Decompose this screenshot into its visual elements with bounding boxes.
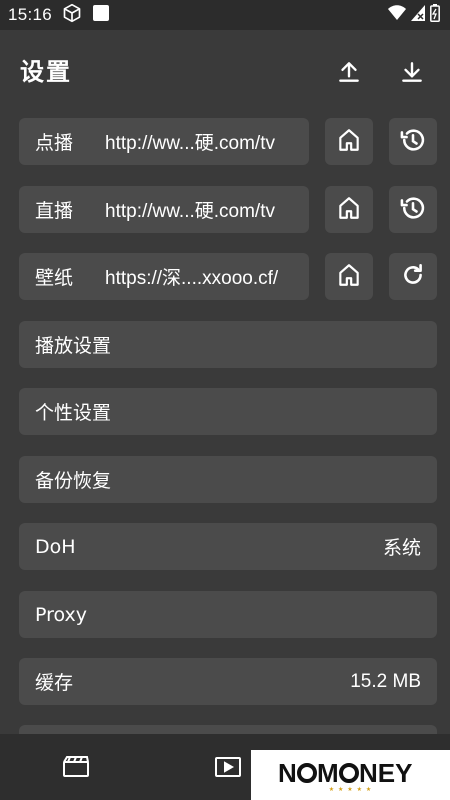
home-icon [336, 127, 362, 157]
cube-icon [62, 3, 82, 27]
backup-restore-item[interactable]: 备份恢复 [19, 456, 437, 503]
vod-history-button[interactable] [389, 118, 437, 165]
upload-button[interactable] [335, 60, 363, 88]
wifi-icon [388, 5, 406, 25]
vod-url-value: http://ww...硬.com/tv [105, 133, 275, 154]
watermark-logo: N M NEY ★ ★ ★ ★ ★ [251, 750, 450, 800]
upload-icon [336, 59, 362, 89]
wallpaper-label: 壁纸 [35, 267, 74, 289]
cache-value: 15.2 MB [350, 670, 421, 692]
vod-label: 点播 [35, 132, 74, 154]
page-title: 设置 [20, 58, 72, 86]
vod-url-field[interactable]: 点播 http://ww...硬.com/tv [19, 118, 309, 165]
live-url-field[interactable]: 直播 http://ww...硬.com/tv [19, 186, 309, 233]
signal-icon [411, 5, 425, 25]
wallpaper-url-value: https://深....xxooo.cf/ [105, 268, 279, 289]
download-icon [399, 59, 425, 89]
doh-value: 系统 [382, 538, 421, 559]
header: 设置 [0, 30, 450, 116]
backup-restore-label: 备份恢复 [35, 470, 112, 492]
nav-vod-tab[interactable] [61, 754, 91, 784]
home-icon [336, 195, 362, 225]
proxy-label: Proxy [35, 603, 88, 626]
status-time: 15:16 [8, 5, 53, 24]
personal-settings-label: 个性设置 [35, 402, 112, 424]
download-button[interactable] [398, 60, 426, 88]
home-icon [336, 262, 362, 292]
nav-live-tab[interactable] [213, 754, 243, 784]
play-icon [214, 755, 242, 783]
doh-label: DoH [35, 535, 76, 558]
status-bar: 15:16 [0, 0, 450, 30]
personal-settings-item[interactable]: 个性设置 [19, 388, 437, 435]
live-home-button[interactable] [325, 186, 373, 233]
vod-home-button[interactable] [325, 118, 373, 165]
wallpaper-home-button[interactable] [325, 253, 373, 300]
film-icon [62, 755, 90, 783]
svg-text:N: N [278, 758, 297, 788]
cache-label: 缓存 [35, 672, 74, 694]
battery-icon [430, 4, 440, 26]
wallpaper-refresh-button[interactable] [389, 253, 437, 300]
live-history-button[interactable] [389, 186, 437, 233]
svg-text:M: M [317, 758, 339, 788]
square-icon [92, 4, 110, 26]
proxy-item[interactable]: Proxy [19, 591, 437, 638]
live-url-value: http://ww...硬.com/tv [105, 201, 275, 222]
stars-icon: ★ ★ ★ ★ ★ [328, 785, 373, 793]
playback-settings-item[interactable]: 播放设置 [19, 321, 437, 368]
nomoney-logo-icon: N M NEY [278, 758, 412, 788]
cache-item[interactable]: 缓存 15.2 MB [19, 658, 437, 705]
refresh-icon [400, 262, 426, 292]
history-icon [399, 126, 427, 158]
svg-text:NEY: NEY [359, 758, 412, 788]
live-label: 直播 [35, 200, 74, 222]
playback-settings-label: 播放设置 [35, 335, 112, 357]
history-icon [399, 194, 427, 226]
wallpaper-url-field[interactable]: 壁纸 https://深....xxooo.cf/ [19, 253, 309, 300]
doh-item[interactable]: DoH 系统 [19, 523, 437, 570]
